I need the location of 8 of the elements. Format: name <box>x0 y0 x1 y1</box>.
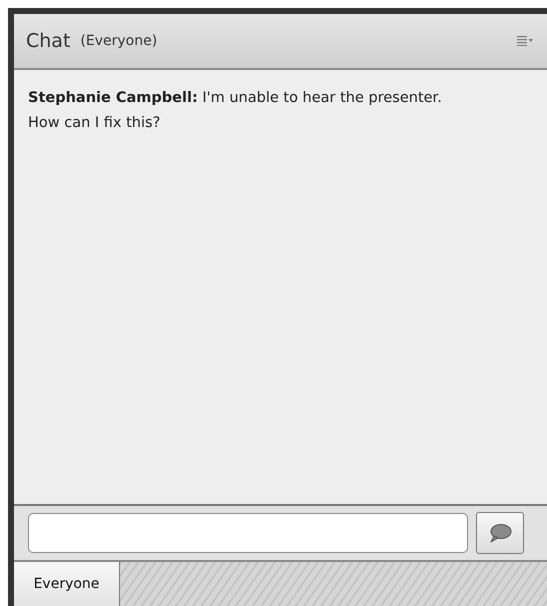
chat-message: Stephanie Campbell: I'm unable to hear the presenter. How can I fix this? <box>28 89 443 133</box>
menu-icon[interactable] <box>517 36 533 46</box>
speech-bubble-icon <box>488 523 512 543</box>
audience-label: (Everyone) <box>80 33 158 49</box>
tab[interactable]: Everyone <box>14 562 120 606</box>
send-button[interactable] <box>476 512 524 554</box>
message-input[interactable] <box>28 513 468 553</box>
panel-title: Chat <box>26 30 70 52</box>
